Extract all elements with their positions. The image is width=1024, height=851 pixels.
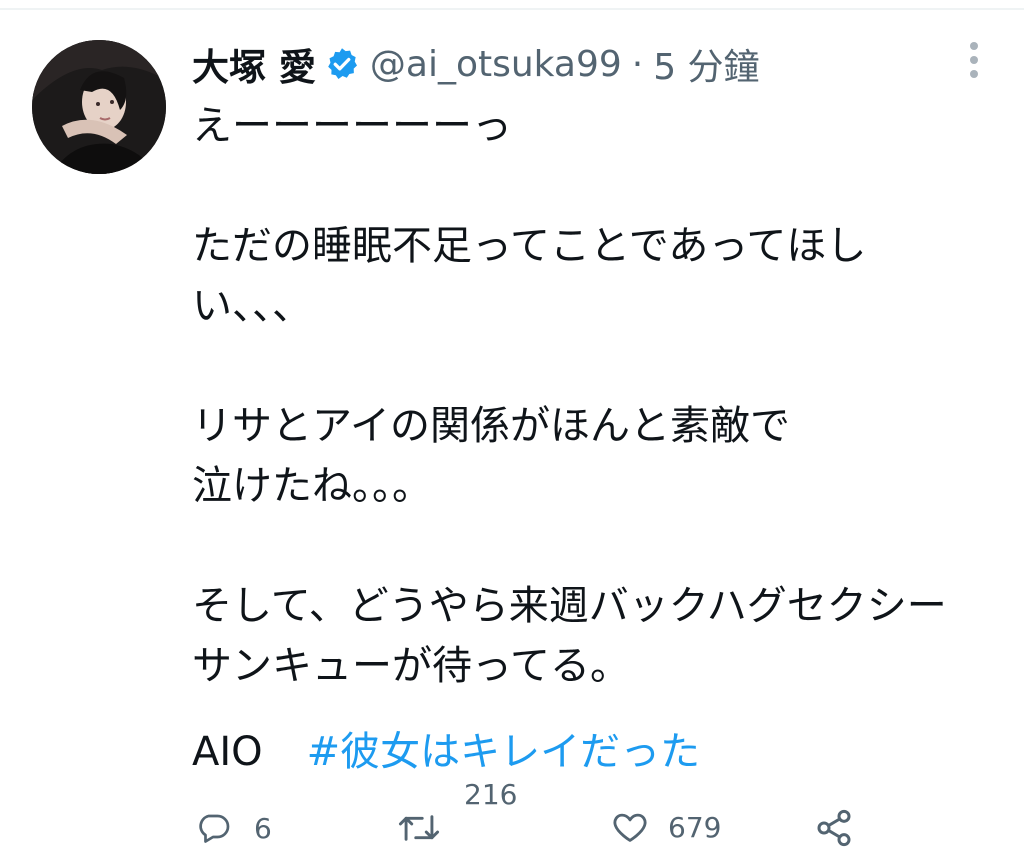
- retweet-button[interactable]: [398, 810, 440, 846]
- timestamp[interactable]: 5 分鐘: [653, 38, 759, 90]
- handle[interactable]: @ai_otsuka99: [370, 44, 622, 85]
- retweet-count: 216: [464, 778, 518, 811]
- avatar[interactable]: [32, 40, 166, 174]
- share-icon: [817, 809, 851, 847]
- heart-icon: [613, 813, 647, 842]
- more-vertical-icon[interactable]: [960, 42, 988, 78]
- action-bar: 6 216 679: [0, 778, 1024, 851]
- tweet-line: 泣けたね。。。: [192, 463, 432, 509]
- retweet-icon: [398, 815, 440, 841]
- tweet-text: えーーーーーーっ ただの睡眠不足ってことであってほし い、、、 リサとアイの関係…: [192, 96, 992, 696]
- verified-badge-icon: [324, 46, 360, 82]
- avatar-photo: [32, 40, 166, 174]
- hashtag-link[interactable]: #彼女はキレイだった: [307, 729, 701, 775]
- display-name[interactable]: 大塚 愛: [192, 37, 316, 91]
- tweet-footer-line: AIO #彼女はキレイだった: [192, 722, 700, 782]
- reply-button[interactable]: 6: [194, 810, 272, 846]
- tweet-line: そして、どうやら来週バックハグセクシー: [192, 583, 947, 629]
- tweet-line: サンキューが待ってる。: [192, 643, 630, 689]
- tweet-header: 大塚 愛 @ai_otsuka99 · 5 分鐘: [192, 36, 760, 92]
- footer-text: AIO: [192, 729, 263, 775]
- like-count: 679: [668, 810, 722, 844]
- tweet-line: リサとアイの関係がほんと素敵で: [192, 403, 790, 449]
- like-button[interactable]: 679: [610, 808, 721, 846]
- tweet-line: えーーーーーーっ: [192, 103, 512, 149]
- reply-count: 6: [254, 811, 272, 845]
- tweet-line: ただの睡眠不足ってことであってほし: [192, 223, 867, 269]
- tweet-line: い、、、: [192, 283, 312, 329]
- top-divider: [0, 8, 1024, 10]
- share-button[interactable]: [814, 808, 854, 848]
- reply-bubble-icon: [199, 814, 230, 843]
- separator-dot: ·: [631, 43, 644, 85]
